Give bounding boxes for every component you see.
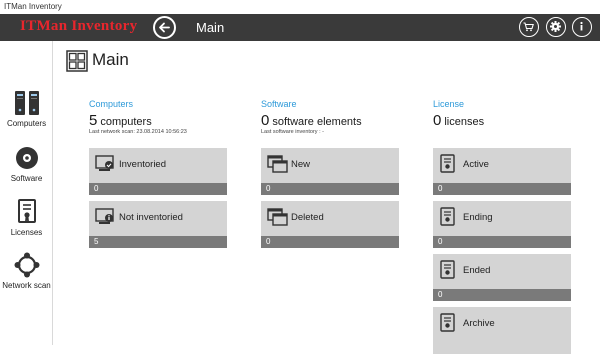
tile-value: 0	[433, 183, 571, 195]
tile-value: 0	[89, 183, 227, 195]
tile-new[interactable]: New 0	[261, 148, 399, 195]
tile-label: Ended	[463, 265, 491, 276]
tile-value: 0	[433, 289, 571, 301]
tile-active[interactable]: Active 0	[433, 148, 571, 195]
header-title: Main	[196, 20, 225, 35]
sidebar-item-computers[interactable]: Computers	[0, 90, 53, 128]
license-sub	[433, 129, 571, 142]
tile-ending[interactable]: Ending 0	[433, 201, 571, 248]
network-scan-icon	[14, 252, 39, 278]
sidebar-item-label: Network scan	[2, 281, 51, 290]
license-section: License 0 licenses Active 0 Ending 0 End…	[433, 99, 571, 354]
license-count: 0 licenses	[433, 112, 485, 129]
tile-label: Inventoried	[119, 159, 167, 170]
tile-label: Not inventoried	[119, 212, 183, 223]
back-button[interactable]	[153, 16, 176, 39]
tile-label: Active	[463, 159, 489, 170]
sidebar-item-label: Software	[10, 174, 43, 183]
license-doc-icon	[440, 207, 455, 226]
license-doc-icon	[440, 154, 455, 173]
back-arrow-icon	[159, 22, 170, 33]
sidebar-item-network-scan[interactable]: Network scan	[0, 252, 53, 290]
sidebar: Computers Software Licenses Network scan	[0, 41, 53, 345]
cart-button[interactable]	[519, 17, 539, 37]
tile-value: 5	[89, 236, 227, 248]
tile-label: Ending	[463, 212, 493, 223]
sidebar-item-label: Computers	[6, 119, 47, 128]
last-inventory-info: Last software inventory : -	[261, 129, 324, 135]
computers-count: 5 computers	[89, 112, 152, 129]
software-disc-icon	[15, 147, 38, 169]
tile-value: 0	[433, 236, 571, 248]
license-doc-icon	[440, 260, 455, 279]
page-title: Main	[92, 50, 129, 69]
last-scan-info: Last network scan: 23.08.2014 10:56:23	[89, 129, 187, 135]
section-heading: License	[433, 99, 465, 109]
sidebar-item-label: Licenses	[10, 228, 43, 237]
monitor-check-icon	[95, 155, 114, 171]
tile-not-inventoried[interactable]: Not inventoried 5	[89, 201, 227, 248]
gear-icon	[550, 21, 561, 32]
cart-icon	[523, 22, 534, 32]
windows-deleted-icon	[267, 208, 288, 226]
license-icon	[17, 199, 36, 223]
computers-section: Computers 5 computers Last network scan: …	[89, 99, 227, 248]
info-icon	[580, 21, 583, 31]
settings-button[interactable]	[546, 17, 566, 37]
section-heading: Software	[261, 99, 297, 109]
windows-new-icon	[267, 155, 288, 173]
main-content: Main Computers 5 computers Last network s…	[54, 41, 600, 354]
tile-label: Deleted	[291, 212, 324, 223]
tile-archive[interactable]: Archive	[433, 307, 571, 354]
license-doc-icon	[440, 313, 455, 332]
tile-inventoried[interactable]: Inventoried 0	[89, 148, 227, 195]
tile-label: New	[291, 159, 311, 170]
computers-icon	[14, 91, 39, 115]
computers-grid-icon	[66, 50, 88, 72]
top-bar: ITMan Inventory Main	[0, 14, 600, 41]
sidebar-item-software[interactable]: Software	[0, 145, 53, 183]
software-count: 0 software elements	[261, 112, 362, 129]
window-title: ITMan Inventory	[0, 0, 600, 14]
info-button[interactable]	[572, 17, 592, 37]
section-heading: Computers	[89, 99, 134, 109]
tile-value: 0	[261, 236, 399, 248]
tile-ended[interactable]: Ended 0	[433, 254, 571, 301]
sidebar-item-licenses[interactable]: Licenses	[0, 199, 53, 237]
app-logo: ITMan Inventory	[20, 18, 138, 34]
monitor-info-icon	[95, 208, 114, 224]
tile-deleted[interactable]: Deleted 0	[261, 201, 399, 248]
tile-label: Archive	[463, 318, 495, 329]
tile-value: 0	[261, 183, 399, 195]
software-section: Software 0 software elements Last softwar…	[261, 99, 399, 248]
